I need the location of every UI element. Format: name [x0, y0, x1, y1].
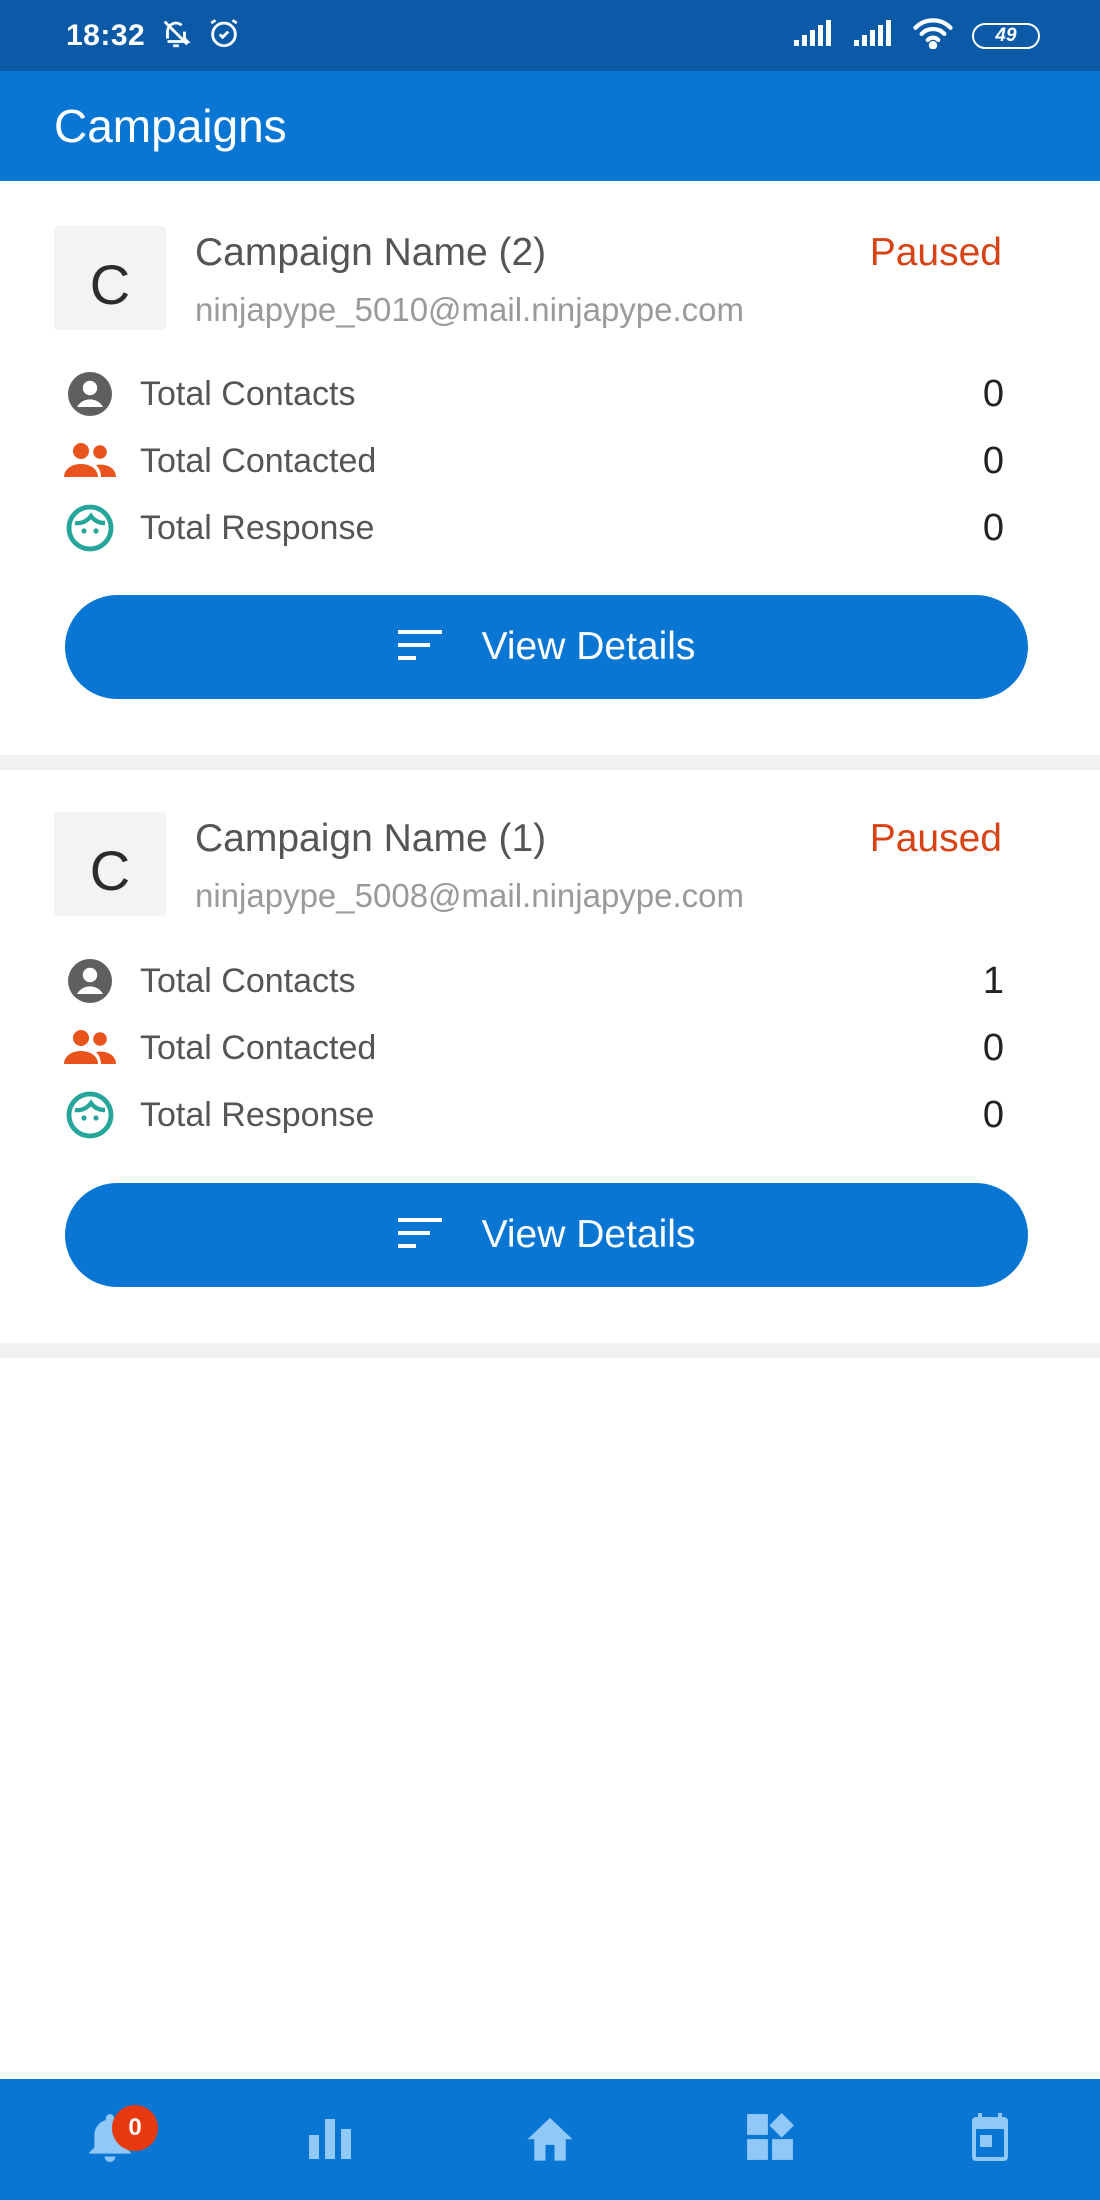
sort-icon: [397, 1216, 444, 1255]
campaign-name: Campaign Name (1): [195, 817, 547, 860]
signal-icon: [792, 18, 834, 53]
person-circle-icon: [64, 369, 116, 419]
status-time: 18:32: [66, 18, 146, 52]
face-icon: [64, 1090, 116, 1140]
view-details-button[interactable]: View Details: [65, 595, 1028, 699]
avatar-letter: C: [89, 252, 131, 316]
stat-value: 0: [982, 1093, 1004, 1136]
status-bar: 18:32 49: [0, 0, 1100, 71]
stat-value: 0: [982, 439, 1004, 482]
notification-badge: 0: [112, 2105, 158, 2151]
stat-label: Total Contacts: [140, 961, 356, 1000]
wifi-icon: [912, 17, 954, 54]
bottom-nav: 0: [0, 2079, 1100, 2200]
calendar-icon: [966, 2111, 1014, 2168]
stat-label: Total Contacts: [140, 374, 356, 413]
stat-row-total-contacted: Total Contacted 0: [64, 436, 1004, 486]
status-left: 18:32: [66, 16, 241, 55]
stat-value: 1: [982, 959, 1004, 1002]
alarm-icon: [207, 16, 241, 55]
stat-row-total-response: Total Response 0: [64, 503, 1004, 553]
home-icon: [523, 2113, 577, 2166]
campaign-email: ninjapype_5008@mail.ninjapype.com: [195, 877, 745, 914]
view-details-label: View Details: [481, 625, 696, 668]
people-icon: [64, 436, 116, 486]
avatar-letter: C: [89, 838, 131, 902]
widgets-icon: [745, 2112, 795, 2167]
stat-row-total-contacts: Total Contacts 0: [64, 369, 1004, 419]
stat-label: Total Contacted: [140, 1028, 377, 1067]
signal-icon: [852, 18, 894, 53]
view-details-label: View Details: [481, 1213, 696, 1256]
nav-home[interactable]: [440, 2079, 660, 2200]
stat-value: 0: [982, 506, 1004, 549]
bell-off-icon: [159, 16, 193, 55]
stat-row-total-contacts: Total Contacts 1: [64, 956, 1004, 1006]
battery-level: 49: [995, 24, 1017, 46]
nav-statistics[interactable]: [220, 2079, 440, 2200]
campaign-email: ninjapype_5010@mail.ninjapype.com: [195, 291, 745, 328]
status-badge: Paused: [869, 231, 1002, 274]
avatar: C: [54, 812, 166, 916]
card-divider: [0, 1343, 1100, 1358]
nav-widgets[interactable]: [660, 2079, 880, 2200]
status-right: 49: [792, 17, 1040, 54]
people-icon: [64, 1023, 116, 1073]
stat-row-total-response: Total Response 0: [64, 1090, 1004, 1140]
campaign-card: C Campaign Name (2) ninjapype_5010@mail.…: [0, 181, 1100, 755]
card-divider: [0, 755, 1100, 770]
battery-icon: 49: [972, 22, 1040, 49]
app-bar: Campaigns: [0, 71, 1100, 181]
stat-value: 0: [982, 372, 1004, 415]
bar-chart-icon: [307, 2115, 353, 2164]
stat-label: Total Contacted: [140, 441, 377, 480]
status-badge: Paused: [869, 817, 1002, 860]
face-icon: [64, 503, 116, 553]
nav-notifications[interactable]: 0: [0, 2079, 220, 2200]
sort-icon: [397, 628, 444, 667]
stat-label: Total Response: [140, 1095, 375, 1134]
nav-calendar[interactable]: [880, 2079, 1100, 2200]
stat-value: 0: [982, 1026, 1004, 1069]
campaign-card: C Campaign Name (1) ninjapype_5008@mail.…: [0, 770, 1100, 1343]
view-details-button[interactable]: View Details: [65, 1183, 1028, 1287]
page-title: Campaigns: [54, 100, 287, 152]
avatar: C: [54, 226, 166, 330]
stat-label: Total Response: [140, 508, 375, 547]
person-circle-icon: [64, 956, 116, 1006]
campaign-name: Campaign Name (2): [195, 231, 547, 274]
stat-row-total-contacted: Total Contacted 0: [64, 1023, 1004, 1073]
